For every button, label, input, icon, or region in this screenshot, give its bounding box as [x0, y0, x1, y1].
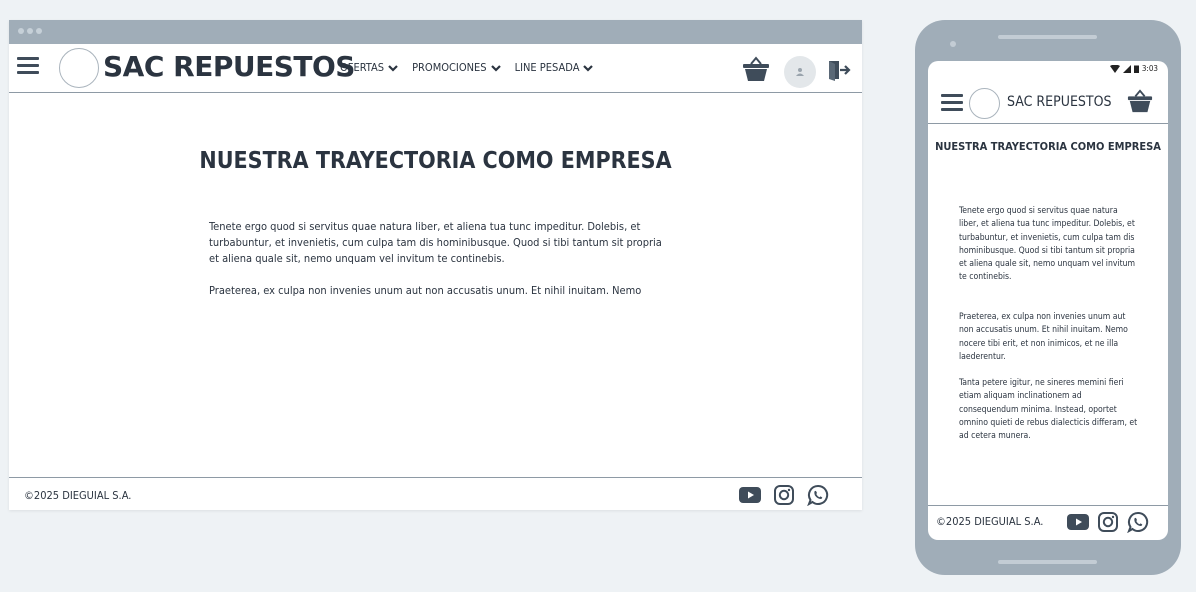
status-time: 3:03 — [1141, 64, 1158, 73]
paragraph: Praeterea, ex culpa non invenies unum au… — [209, 284, 642, 297]
wifi-icon — [1109, 64, 1120, 73]
browser-title-bar — [9, 20, 862, 44]
mobile-phone-frame: 3:03 SAC REPUESTOS NUESTRA TRAYECTORIA C… — [915, 20, 1181, 575]
instagram-icon[interactable] — [1097, 511, 1119, 533]
chevron-down-icon — [583, 64, 594, 72]
social-links — [739, 484, 829, 506]
brand-name[interactable]: SAC REPUESTOS — [103, 50, 355, 83]
window-dot[interactable] — [36, 28, 42, 34]
mobile-screen: 3:03 SAC REPUESTOS NUESTRA TRAYECTORIA C… — [928, 61, 1168, 540]
paragraph: Tenete ergo quod si servitus quae natura… — [959, 206, 1136, 283]
copyright-text: ©2025 DIEGUIAL S.A. — [24, 489, 132, 502]
mobile-navbar: SAC REPUESTOS — [928, 83, 1168, 124]
status-bar: 3:03 — [1109, 64, 1158, 73]
signal-icon — [1122, 64, 1131, 73]
instagram-icon[interactable] — [773, 484, 795, 506]
chevron-down-icon — [490, 64, 501, 72]
whatsapp-icon[interactable] — [1127, 511, 1149, 533]
menu-item-ofertas[interactable]: OFERTAS — [340, 61, 398, 74]
paragraph: Praeterea, ex culpa non invenies unum au… — [959, 312, 1128, 362]
logo[interactable] — [59, 48, 99, 88]
paragraph: Tenete ergo quod si servitus quae natura… — [209, 220, 662, 265]
menu-item-promociones[interactable]: PROMOCIONES — [412, 61, 501, 74]
battery-icon — [1133, 65, 1139, 73]
paragraph: Tanta petere igitur, ne sineres memini f… — [959, 378, 1138, 442]
chevron-down-icon — [388, 64, 398, 72]
menu-icon[interactable] — [17, 57, 39, 75]
user-icon — [796, 68, 804, 76]
window-controls — [18, 28, 42, 34]
menu-item-linea-pesada[interactable]: LINE PESADA — [515, 61, 594, 74]
phone-camera — [950, 41, 956, 47]
desktop-browser-window: SAC REPUESTOS OFERTAS PROMOCIONES LINE P… — [9, 20, 862, 510]
whatsapp-icon[interactable] — [807, 484, 829, 506]
youtube-icon[interactable] — [1067, 514, 1089, 530]
menu-icon[interactable] — [941, 94, 963, 112]
menu-item-label: PROMOCIONES — [412, 61, 487, 74]
page-title: NUESTRA TRAYECTORIA COMO EMPRESA — [199, 148, 672, 174]
logout-icon[interactable] — [827, 59, 851, 81]
copyright-text: ©2025 DIEGUIAL S.A. — [936, 515, 1044, 528]
window-dot[interactable] — [27, 28, 33, 34]
menu-item-label: OFERTAS — [340, 61, 385, 74]
cart-icon[interactable] — [742, 55, 770, 83]
social-links — [1067, 511, 1149, 533]
phone-home-bar — [998, 560, 1097, 564]
brand-name[interactable]: SAC REPUESTOS — [1007, 94, 1112, 110]
user-avatar[interactable] — [784, 56, 816, 88]
desktop-main-content: NUESTRA TRAYECTORIA COMO EMPRESA Tenete … — [9, 93, 862, 478]
phone-speaker — [998, 35, 1097, 39]
mobile-footer: ©2025 DIEGUIAL S.A. — [928, 505, 1168, 540]
window-dot[interactable] — [18, 28, 24, 34]
main-menu: OFERTAS PROMOCIONES LINE PESADA — [340, 61, 594, 74]
desktop-navbar: SAC REPUESTOS OFERTAS PROMOCIONES LINE P… — [9, 44, 862, 93]
youtube-icon[interactable] — [739, 487, 761, 503]
cart-icon[interactable] — [1127, 88, 1153, 114]
page-title: NUESTRA TRAYECTORIA COMO EMPRESA — [935, 140, 1161, 153]
logo[interactable] — [969, 88, 1000, 119]
desktop-footer: ©2025 DIEGUIAL S.A. — [9, 477, 862, 511]
menu-item-label: LINE PESADA — [514, 61, 580, 74]
